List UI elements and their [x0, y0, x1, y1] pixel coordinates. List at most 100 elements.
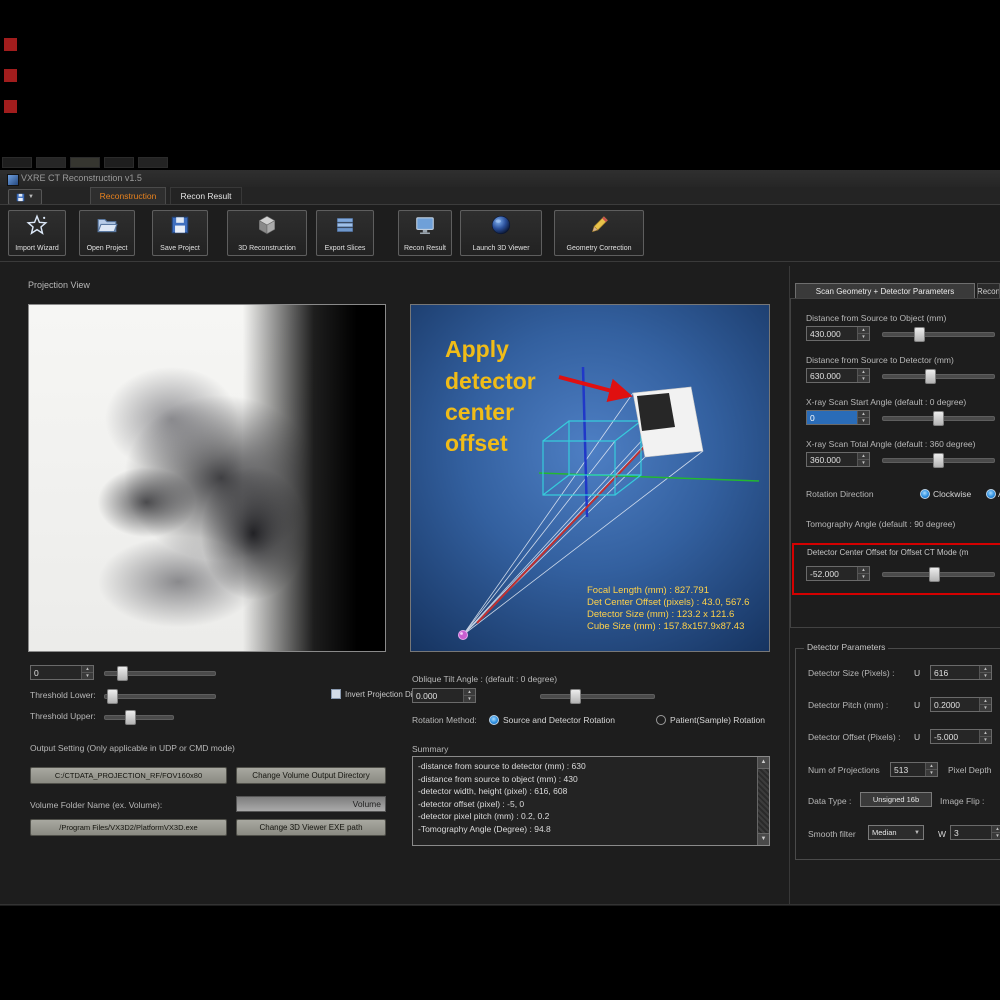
stepper-value[interactable]: 430.000: [807, 327, 857, 340]
arrow-up-icon[interactable]: ▲: [858, 411, 869, 418]
stepper-arrows[interactable]: ▲▼: [925, 763, 937, 776]
clockwise-radio[interactable]: [920, 489, 930, 499]
source-detector-rotation-radio[interactable]: [489, 715, 499, 725]
stepper-arrows[interactable]: ▲▼: [857, 327, 869, 340]
slider-thumb[interactable]: [933, 453, 944, 468]
stepper-arrows[interactable]: ▲▼: [991, 826, 1000, 839]
detector-center-offset-stepper[interactable]: -52.000 ▲▼: [806, 566, 870, 581]
stepper-value[interactable]: 0.000: [413, 689, 463, 702]
patient-rotation-radio[interactable]: [656, 715, 666, 725]
arrow-down-icon[interactable]: ▼: [464, 696, 475, 702]
detector-pitch-stepper[interactable]: 0.2000 ▲▼: [930, 697, 992, 712]
volume-folder-field[interactable]: Volume: [236, 796, 386, 812]
stepper-arrows[interactable]: ▲▼: [81, 666, 93, 679]
slider-track[interactable]: [104, 715, 174, 720]
slider-thumb[interactable]: [929, 567, 940, 582]
arrow-down-icon[interactable]: ▼: [980, 673, 991, 679]
stepper-value[interactable]: 513: [891, 763, 925, 776]
threshold-lower-slider[interactable]: [104, 689, 216, 702]
projection-index-stepper[interactable]: 0 ▲▼: [30, 665, 94, 680]
tab-recon-result[interactable]: Recon Result: [170, 187, 242, 204]
stepper-value[interactable]: 616: [931, 666, 979, 679]
source-detector-distance-slider[interactable]: [882, 369, 995, 382]
arrow-down-icon[interactable]: ▼: [858, 574, 869, 580]
scan-start-angle-stepper[interactable]: 0 ▲▼: [806, 410, 870, 425]
arrow-up-icon[interactable]: ▲: [980, 730, 991, 737]
slider-thumb[interactable]: [570, 689, 581, 704]
stepper-value[interactable]: 0: [31, 666, 81, 679]
tab-reconstruction[interactable]: Reconstruction: [90, 187, 166, 204]
slider-thumb[interactable]: [107, 689, 118, 704]
arrow-up-icon[interactable]: ▲: [980, 698, 991, 705]
w-stepper[interactable]: 3 ▲▼: [950, 825, 1000, 840]
stepper-value[interactable]: 360.000: [807, 453, 857, 466]
arrow-up-icon[interactable]: ▲: [858, 369, 869, 376]
arrow-down-icon[interactable]: ▼: [858, 460, 869, 466]
open-project-button[interactable]: Open Project: [79, 210, 135, 256]
stepper-arrows[interactable]: ▲▼: [857, 369, 869, 382]
arrow-down-icon[interactable]: ▼: [82, 673, 93, 679]
3d-geometry-view[interactable]: Apply detector center offset Focal Lengt…: [411, 305, 769, 651]
source-detector-distance-stepper[interactable]: 630.000 ▲▼: [806, 368, 870, 383]
detector-center-offset-slider[interactable]: [882, 567, 995, 580]
smooth-filter-dropdown[interactable]: Median ▼: [868, 825, 924, 840]
export-slices-button[interactable]: Export Slices: [316, 210, 374, 256]
anticlockwise-radio[interactable]: [986, 489, 996, 499]
import-wizard-button[interactable]: Import Wizard: [8, 210, 66, 256]
stepper-arrows[interactable]: ▲▼: [857, 567, 869, 580]
3d-reconstruction-button[interactable]: 3D Reconstruction: [227, 210, 307, 256]
invert-projection-checkbox[interactable]: [331, 689, 341, 699]
save-project-button[interactable]: Save Project: [152, 210, 208, 256]
slider-thumb[interactable]: [925, 369, 936, 384]
data-type-value-button[interactable]: Unsigned 16b: [860, 792, 932, 807]
dropdown-value[interactable]: Median: [872, 828, 897, 837]
stepper-arrows[interactable]: ▲▼: [979, 730, 991, 743]
slider-track[interactable]: [540, 694, 655, 699]
source-object-distance-stepper[interactable]: 430.000 ▲▼: [806, 326, 870, 341]
summary-scrollbar[interactable]: ▲ ▼: [757, 757, 769, 845]
slider-thumb[interactable]: [933, 411, 944, 426]
change-viewer-exe-button[interactable]: Change 3D Viewer EXE path: [236, 819, 386, 836]
arrow-up-icon[interactable]: ▲: [858, 567, 869, 574]
stepper-value[interactable]: 630.000: [807, 369, 857, 382]
detector-offset-stepper[interactable]: -5.000 ▲▼: [930, 729, 992, 744]
arrow-up-icon[interactable]: ▲: [464, 689, 475, 696]
num-projections-stepper[interactable]: 513 ▲▼: [890, 762, 938, 777]
tab-scan-geometry[interactable]: Scan Geometry + Detector Parameters: [795, 283, 975, 299]
stepper-value[interactable]: -5.000: [931, 730, 979, 743]
oblique-tilt-stepper[interactable]: 0.000 ▲▼: [412, 688, 476, 703]
oblique-tilt-slider[interactable]: [540, 689, 655, 702]
slider-track[interactable]: [882, 332, 995, 337]
scroll-up-icon[interactable]: ▲: [758, 757, 769, 769]
projection-index-slider[interactable]: [104, 666, 216, 679]
arrow-down-icon[interactable]: ▼: [858, 418, 869, 424]
viewer-exe-path-button[interactable]: /Program Files/VX3D2/PlatformVX3D.exe: [30, 819, 227, 836]
slider-thumb[interactable]: [117, 666, 128, 681]
slider-thumb[interactable]: [914, 327, 925, 342]
tab-recon[interactable]: Recon: [977, 283, 1000, 299]
stepper-value[interactable]: 3: [951, 826, 991, 839]
arrow-down-icon[interactable]: ▼: [992, 833, 1000, 839]
threshold-upper-slider[interactable]: [104, 710, 174, 723]
scan-start-angle-slider[interactable]: [882, 411, 995, 424]
arrow-up-icon[interactable]: ▲: [82, 666, 93, 673]
source-object-distance-slider[interactable]: [882, 327, 995, 340]
slider-track[interactable]: [104, 694, 216, 699]
slider-thumb[interactable]: [125, 710, 136, 725]
stepper-value[interactable]: 0.2000: [931, 698, 979, 711]
scan-total-angle-slider[interactable]: [882, 453, 995, 466]
stepper-arrows[interactable]: ▲▼: [463, 689, 475, 702]
change-output-directory-button[interactable]: Change Volume Output Directory: [236, 767, 386, 784]
stepper-value[interactable]: -52.000: [807, 567, 857, 580]
arrow-down-icon[interactable]: ▼: [980, 737, 991, 743]
arrow-down-icon[interactable]: ▼: [858, 334, 869, 340]
stepper-arrows[interactable]: ▲▼: [979, 666, 991, 679]
scan-total-angle-stepper[interactable]: 360.000 ▲▼: [806, 452, 870, 467]
arrow-up-icon[interactable]: ▲: [926, 763, 937, 770]
launch-3d-viewer-button[interactable]: Launch 3D Viewer: [460, 210, 542, 256]
arrow-up-icon[interactable]: ▲: [858, 327, 869, 334]
output-directory-button[interactable]: C:/CTDATA_PROJECTION_RF/FOV160x80: [30, 767, 227, 784]
quick-save-button[interactable]: ▼: [8, 189, 42, 205]
stepper-arrows[interactable]: ▲▼: [857, 411, 869, 424]
arrow-up-icon[interactable]: ▲: [858, 453, 869, 460]
